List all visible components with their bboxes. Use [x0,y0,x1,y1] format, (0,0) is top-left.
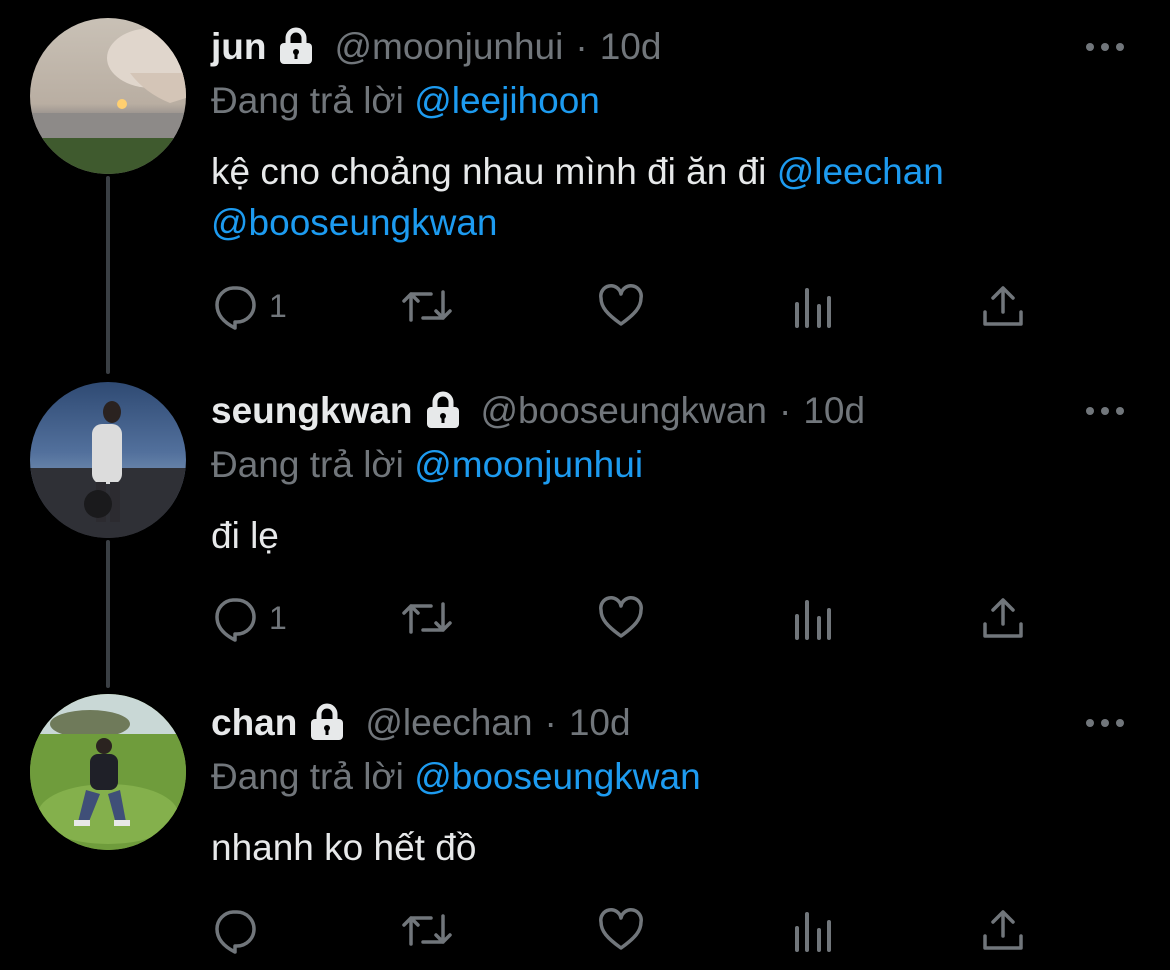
retweet-button[interactable] [401,276,453,336]
retweet-icon [401,906,453,954]
reply-icon [211,594,259,642]
lock-icon [423,389,463,429]
analytics-icon [791,906,835,954]
tweet-text-part: kệ cno choảng nhau mình đi ăn đi [211,151,777,192]
avatar[interactable] [30,382,186,538]
display-name[interactable]: jun [211,18,266,76]
retweet-icon [401,282,453,330]
reply-icon [211,282,259,330]
like-button[interactable] [597,588,645,648]
reply-context: Đang trả lời @leejihoon [211,76,1130,126]
display-name[interactable]: chan [211,694,297,752]
analytics-button[interactable] [791,900,835,960]
share-button[interactable] [979,900,1027,960]
reply-button[interactable]: 1 [211,276,287,336]
handle[interactable]: @moonjunhui [334,18,563,76]
share-icon [979,906,1027,954]
reply-count: 1 [269,287,287,324]
action-bar: 1 [211,276,1031,336]
share-button[interactable] [979,588,1027,648]
analytics-button[interactable] [791,588,835,648]
like-icon [597,906,645,954]
mention-link[interactable]: @leechan [777,151,944,192]
reply-to-mention[interactable]: @booseungkwan [414,756,700,797]
like-icon [597,282,645,330]
analytics-icon [791,282,835,330]
separator: · [575,26,588,67]
timestamp[interactable]: 10d [569,694,631,752]
avatar[interactable] [30,18,186,174]
timestamp[interactable]: 10d [600,18,662,76]
reply-button[interactable] [211,900,269,960]
more-icon[interactable] [1080,708,1130,738]
reply-prefix: Đang trả lời [211,444,404,485]
separator: · [544,702,557,743]
tweet-text: kệ cno choảng nhau mình đi ăn đi @leecha… [211,146,1130,248]
lock-icon [307,701,347,741]
like-button[interactable] [597,900,645,960]
retweet-button[interactable] [401,900,453,960]
analytics-button[interactable] [791,276,835,336]
analytics-icon [791,594,835,642]
reply-button[interactable]: 1 [211,588,287,648]
reply-count: 1 [269,599,287,636]
lock-icon [276,25,316,65]
reply-to-mention[interactable]: @moonjunhui [414,444,643,485]
more-icon[interactable] [1080,396,1130,426]
mention-link[interactable]: @booseungkwan [211,202,497,243]
reply-context: Đang trả lời @moonjunhui [211,440,1130,490]
separator: · [778,390,792,431]
handle[interactable]: @booseungkwan [481,382,767,440]
action-bar: 1 [211,588,1031,648]
action-bar [211,900,1031,960]
reply-prefix: Đang trả lời [211,80,404,121]
handle[interactable]: @leechan [365,694,532,752]
reply-to-mention[interactable]: @leejihoon [414,80,600,121]
reply-prefix: Đang trả lời [211,756,404,797]
retweet-button[interactable] [401,588,453,648]
more-icon[interactable] [1080,32,1130,62]
timestamp[interactable]: 10d [803,382,865,440]
share-icon [979,282,1027,330]
display-name[interactable]: seungkwan [211,382,413,440]
reply-context: Đang trả lời @booseungkwan [211,752,1130,802]
like-button[interactable] [597,276,645,336]
like-icon [597,594,645,642]
tweet-text: nhanh ko hết đồ [211,827,477,868]
tweet-text: đi lẹ [211,515,279,556]
retweet-icon [401,594,453,642]
share-button[interactable] [979,276,1027,336]
share-icon [979,594,1027,642]
avatar[interactable] [30,694,186,850]
reply-icon [211,906,259,954]
